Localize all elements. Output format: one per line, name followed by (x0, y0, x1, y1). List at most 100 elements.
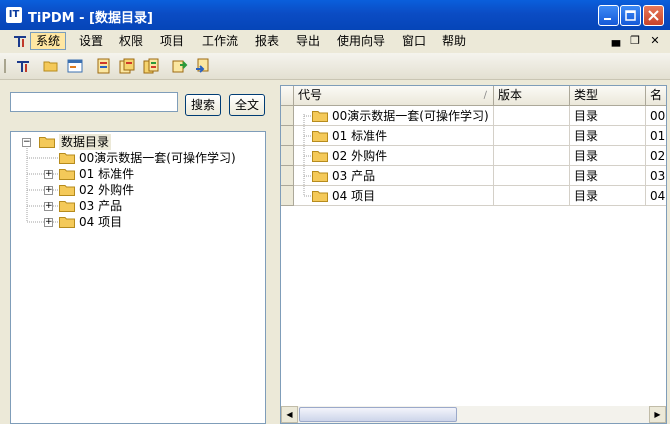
grid-corner (281, 86, 294, 105)
mdi-close-icon[interactable]: ✕ (648, 33, 662, 49)
collapse-icon[interactable]: − (22, 138, 31, 147)
cell-type[interactable]: 目录 (570, 146, 646, 166)
maximize-button[interactable] (620, 5, 641, 26)
cell-code: 03 产品 (332, 169, 376, 183)
document-add-icon[interactable] (96, 58, 112, 74)
menu-help[interactable]: 帮助 (437, 32, 471, 50)
column-header-label: 代号 (298, 88, 323, 102)
menu-permissions[interactable]: 权限 (114, 32, 148, 50)
scroll-right-icon[interactable]: ▶ (649, 406, 666, 423)
minimize-icon (604, 18, 611, 20)
home-icon[interactable] (15, 58, 31, 74)
row-selector[interactable] (281, 146, 294, 166)
toolbar-grip-icon (4, 59, 6, 73)
cell-version[interactable] (494, 146, 570, 166)
cell-name[interactable]: 03 (646, 166, 666, 186)
horizontal-scrollbar[interactable]: ◀ ▶ (281, 406, 666, 423)
window-title: TiPDM - [数据目录] (28, 11, 153, 26)
column-header-version[interactable]: 版本 (494, 86, 570, 105)
menu-workflow[interactable]: 工作流 (197, 32, 243, 50)
expand-icon[interactable]: + (44, 202, 53, 211)
tree-node-label: 03 产品 (79, 199, 123, 213)
catalog-tree[interactable]: − 数据目录 00演示数据一套(可操作学习) + 01 标准件 + 02 外购件… (10, 131, 266, 424)
document-copy-icon[interactable] (119, 58, 135, 74)
expand-icon[interactable]: + (44, 186, 53, 195)
folder-icon (312, 151, 328, 162)
cell-name[interactable]: 02 (646, 146, 666, 166)
tree-node-label: 01 标准件 (79, 167, 135, 181)
row-selector[interactable] (281, 126, 294, 146)
table-row[interactable]: 00演示数据一套(可操作学习) (294, 106, 494, 126)
table-row[interactable]: 01 标准件 (294, 126, 494, 146)
folder-icon (39, 137, 55, 148)
tree-node-01[interactable]: + 01 标准件 (21, 166, 265, 182)
left-pane: 搜索 全文 − 数据目录 00演示数据一套(可操作学习) + 01 标准件 + … (0, 81, 276, 424)
expand-icon[interactable]: + (44, 170, 53, 179)
sort-icon: ∕ (483, 90, 487, 101)
cell-name[interactable]: 04 (646, 186, 666, 206)
cell-version[interactable] (494, 186, 570, 206)
menu-app-icon[interactable] (8, 32, 32, 50)
cell-version[interactable] (494, 126, 570, 146)
cell-code: 02 外购件 (332, 149, 388, 163)
folder-icon (59, 169, 75, 180)
table-row[interactable]: 02 外购件 (294, 146, 494, 166)
menu-project[interactable]: 项目 (155, 32, 189, 50)
table-row[interactable]: 03 产品 (294, 166, 494, 186)
export-icon[interactable] (195, 58, 211, 74)
search-button[interactable]: 搜索 (185, 94, 221, 116)
mdi-minimize-icon[interactable]: ▄ (609, 33, 623, 49)
row-selector[interactable] (281, 166, 294, 186)
search-input[interactable] (10, 92, 178, 112)
folder-icon (312, 131, 328, 142)
column-header-type[interactable]: 类型 (570, 86, 646, 105)
tree-node-02[interactable]: + 02 外购件 (21, 182, 265, 198)
column-header-code[interactable]: 代号 ∕ (294, 86, 494, 105)
menu-window[interactable]: 窗口 (397, 32, 431, 50)
folder-icon (59, 201, 75, 212)
tree-node-00[interactable]: 00演示数据一套(可操作学习) (21, 150, 265, 166)
catalog-grid: 代号 ∕ 版本 类型 名 00演示数据一套(可操作学习) 目录 00 01 标准… (280, 85, 667, 424)
minimize-button[interactable] (598, 5, 619, 26)
mdi-restore-icon[interactable]: ❐ (628, 33, 642, 49)
menu-reports[interactable]: 报表 (250, 32, 284, 50)
table-row[interactable]: 04 项目 (294, 186, 494, 206)
cell-type[interactable]: 目录 (570, 166, 646, 186)
column-header-name[interactable]: 名 (646, 86, 666, 105)
menu-bar: 系统 设置 权限 项目 工作流 报表 导出 使用向导 窗口 帮助 ▄ ❐ ✕ (0, 30, 670, 52)
folder-icon (59, 217, 75, 228)
cell-code: 01 标准件 (332, 129, 388, 143)
cell-type[interactable]: 目录 (570, 106, 646, 126)
folder-icon (59, 185, 75, 196)
cell-type[interactable]: 目录 (570, 186, 646, 206)
tree-node-04[interactable]: + 04 项目 (21, 214, 265, 230)
fulltext-button[interactable]: 全文 (229, 94, 265, 116)
menu-settings[interactable]: 设置 (74, 32, 108, 50)
scroll-thumb[interactable] (299, 407, 457, 422)
menu-wizard[interactable]: 使用向导 (332, 32, 390, 50)
document-batch-icon[interactable] (143, 58, 159, 74)
open-folder-icon[interactable] (43, 58, 59, 74)
tree-node-03[interactable]: + 03 产品 (21, 198, 265, 214)
window-titlebar[interactable]: IT TiPDM - [数据目录] (0, 0, 670, 30)
import-icon[interactable] (172, 58, 188, 74)
cell-type[interactable]: 目录 (570, 126, 646, 146)
cell-version[interactable] (494, 166, 570, 186)
maximize-icon (625, 10, 636, 21)
tree-node-label: 数据目录 (59, 134, 112, 150)
row-selector[interactable] (281, 106, 294, 126)
scroll-left-icon[interactable]: ◀ (281, 406, 298, 423)
close-button[interactable] (643, 5, 664, 26)
expand-icon[interactable]: + (44, 218, 53, 227)
row-selector[interactable] (281, 186, 294, 206)
app-icon: IT (6, 7, 22, 23)
cell-name[interactable]: 01 (646, 126, 666, 146)
close-icon (648, 10, 659, 21)
menu-export[interactable]: 导出 (291, 32, 325, 50)
cell-version[interactable] (494, 106, 570, 126)
cell-name[interactable]: 00 (646, 106, 666, 126)
menu-system[interactable]: 系统 (30, 32, 67, 50)
window-view-icon[interactable] (67, 58, 83, 74)
tree-node-label: 00演示数据一套(可操作学习) (79, 151, 236, 165)
tree-node-label: 02 外购件 (79, 183, 135, 197)
